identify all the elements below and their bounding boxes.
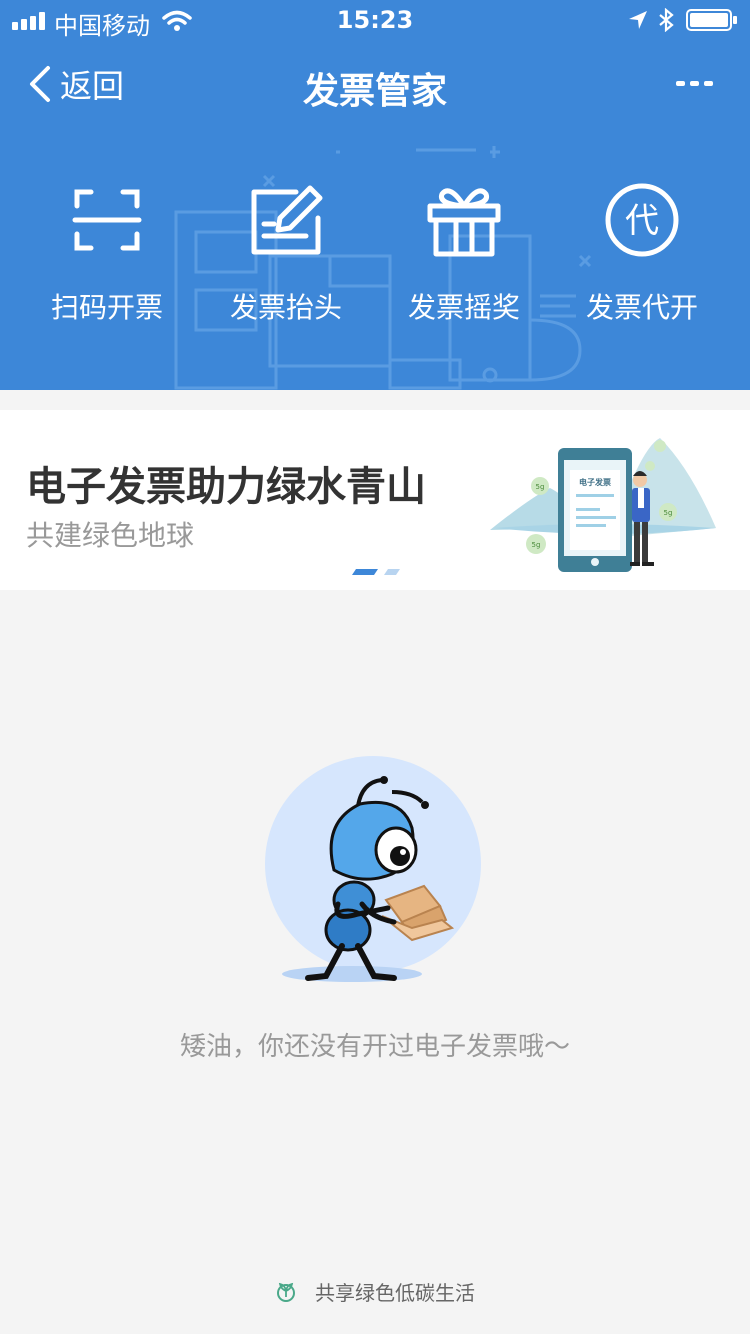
more-options-button[interactable] bbox=[674, 76, 716, 92]
sprout-icon bbox=[277, 1282, 295, 1302]
proxy-icon-char: 代 bbox=[625, 201, 659, 241]
action-invoice-lottery[interactable]: 发票摇奖 bbox=[384, 180, 544, 330]
scan-icon bbox=[72, 189, 142, 251]
banner-illustration: 5g 5g 5g 电子发票 bbox=[490, 438, 716, 572]
ellipsis-icon bbox=[676, 81, 713, 86]
carbon-bubble: 5g bbox=[526, 534, 546, 554]
empty-state-ant-illustration bbox=[265, 756, 481, 982]
edit-icon bbox=[251, 185, 323, 255]
phone-screen-label: 电子发票 bbox=[579, 477, 611, 487]
gift-icon bbox=[427, 188, 501, 257]
action-scan-invoice[interactable]: 扫码开票 bbox=[27, 180, 187, 330]
action-label: 发票代开 bbox=[585, 291, 698, 324]
bluetooth-icon bbox=[659, 8, 674, 32]
empty-state-message: 矮油，你还没有开过电子发票哦～ bbox=[179, 1032, 570, 1062]
location-arrow-icon bbox=[629, 11, 647, 29]
svg-text:5g: 5g bbox=[536, 483, 545, 491]
page-title: 发票管家 bbox=[302, 71, 447, 112]
proxy-icon: 代 bbox=[605, 183, 679, 257]
banner-title: 电子发票助力绿水青山 bbox=[26, 464, 426, 510]
banner-subtitle: 共建绿色地球 bbox=[26, 519, 195, 552]
quick-actions: 扫码开票 发票抬头 发票摇奖 代 发票代开 bbox=[0, 180, 750, 330]
pagination-dot bbox=[384, 569, 400, 575]
action-label: 扫码开票 bbox=[50, 291, 163, 324]
carbon-bubble: 5g bbox=[659, 503, 677, 521]
svg-text:5g: 5g bbox=[532, 541, 541, 549]
footer: 共享绿色低碳生活 bbox=[0, 1276, 750, 1306]
status-bar: 中国移动 15:23 bbox=[0, 0, 750, 40]
battery-icon bbox=[686, 9, 737, 31]
action-invoice-title[interactable]: 发票抬头 bbox=[206, 180, 366, 330]
pagination-dot-active bbox=[352, 569, 378, 575]
action-label: 发票摇奖 bbox=[407, 291, 520, 324]
header: 中国移动 15:23 返回 发票管家 扫码开票 发票抬头 发票摇奖 代 发票代开 bbox=[0, 0, 750, 390]
svg-text:5g: 5g bbox=[664, 509, 673, 517]
action-proxy-invoice[interactable]: 代 发票代开 bbox=[562, 180, 722, 330]
carbon-bubble: 5g bbox=[531, 477, 549, 495]
footer-slogan: 共享绿色低碳生活 bbox=[315, 1280, 475, 1305]
action-label: 发票抬头 bbox=[229, 291, 342, 324]
banner-pagination bbox=[352, 569, 400, 575]
